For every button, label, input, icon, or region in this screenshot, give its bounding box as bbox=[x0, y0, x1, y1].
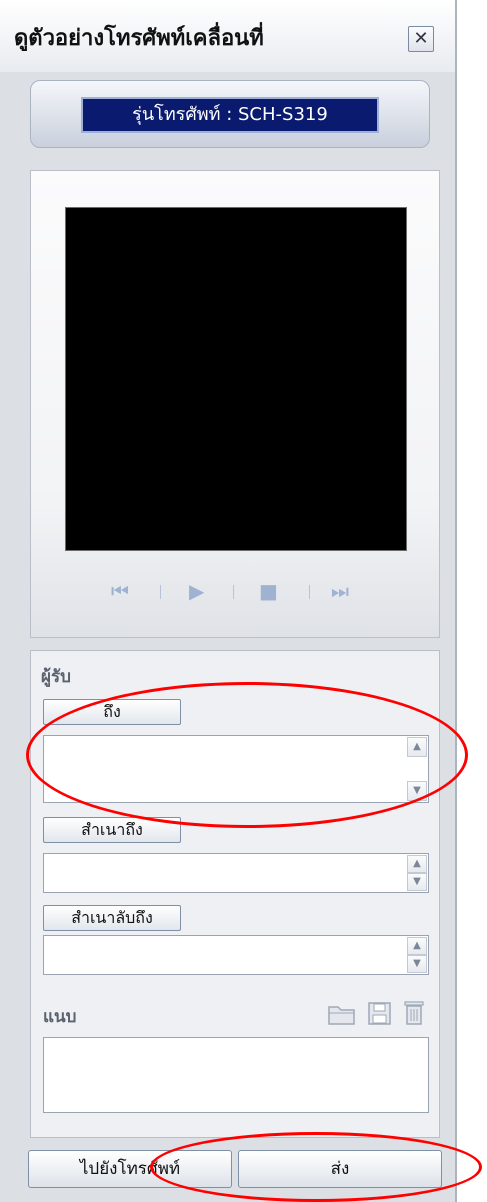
close-button[interactable]: ✕ bbox=[408, 26, 434, 52]
playback-controls: ⏮ ▶ ■ ⏭ bbox=[31, 571, 441, 611]
bcc-button[interactable]: สำเนาลับถึง bbox=[43, 905, 181, 931]
bcc-field-scrollbar[interactable]: ▲ ▼ bbox=[407, 937, 427, 973]
window-title: ดูตัวอย่างโทรศัพท์เคลื่อนที่ bbox=[14, 26, 264, 51]
annotation-ellipse-to bbox=[26, 682, 468, 828]
skip-forward-icon[interactable]: ⏭ bbox=[331, 579, 349, 603]
bcc-field[interactable]: ▲ ▼ bbox=[43, 935, 429, 975]
phone-screen bbox=[65, 207, 407, 551]
delete-icon[interactable] bbox=[401, 999, 427, 1027]
close-icon: ✕ bbox=[413, 28, 429, 49]
cc-field-scrollbar[interactable]: ▲ ▼ bbox=[407, 855, 427, 891]
phone-preview-area: ⏮ ▶ ■ ⏭ bbox=[30, 170, 440, 638]
skip-back-icon[interactable]: ⏮ bbox=[111, 579, 129, 603]
attach-label: แนบ bbox=[43, 1007, 77, 1027]
cc-field[interactable]: ▲ ▼ bbox=[43, 853, 429, 893]
scroll-down-icon[interactable]: ▼ bbox=[407, 873, 427, 891]
play-icon[interactable]: ▶ bbox=[189, 579, 204, 603]
phone-preview-panel: ดูตัวอย่างโทรศัพท์เคลื่อนที่ ✕ รุ่นโทรศั… bbox=[0, 0, 457, 1202]
annotation-ellipse-send bbox=[150, 1132, 482, 1202]
recipients-label: ผู้รับ bbox=[41, 667, 71, 687]
control-divider bbox=[233, 585, 234, 599]
open-folder-icon[interactable] bbox=[327, 1001, 357, 1027]
model-display: รุ่นโทรศัพท์ : SCH-S319 bbox=[30, 80, 430, 148]
attachment-list[interactable] bbox=[43, 1037, 429, 1113]
save-icon[interactable] bbox=[367, 1001, 393, 1027]
stop-icon[interactable]: ■ bbox=[259, 579, 278, 603]
control-divider bbox=[160, 585, 161, 599]
scroll-down-icon[interactable]: ▼ bbox=[407, 955, 427, 973]
title-bar: ดูตัวอย่างโทรศัพท์เคลื่อนที่ ✕ bbox=[0, 0, 455, 72]
model-label: รุ่นโทรศัพท์ : SCH-S319 bbox=[81, 97, 379, 133]
control-divider bbox=[309, 585, 310, 599]
scroll-up-icon[interactable]: ▲ bbox=[407, 937, 427, 955]
scroll-up-icon[interactable]: ▲ bbox=[407, 855, 427, 873]
